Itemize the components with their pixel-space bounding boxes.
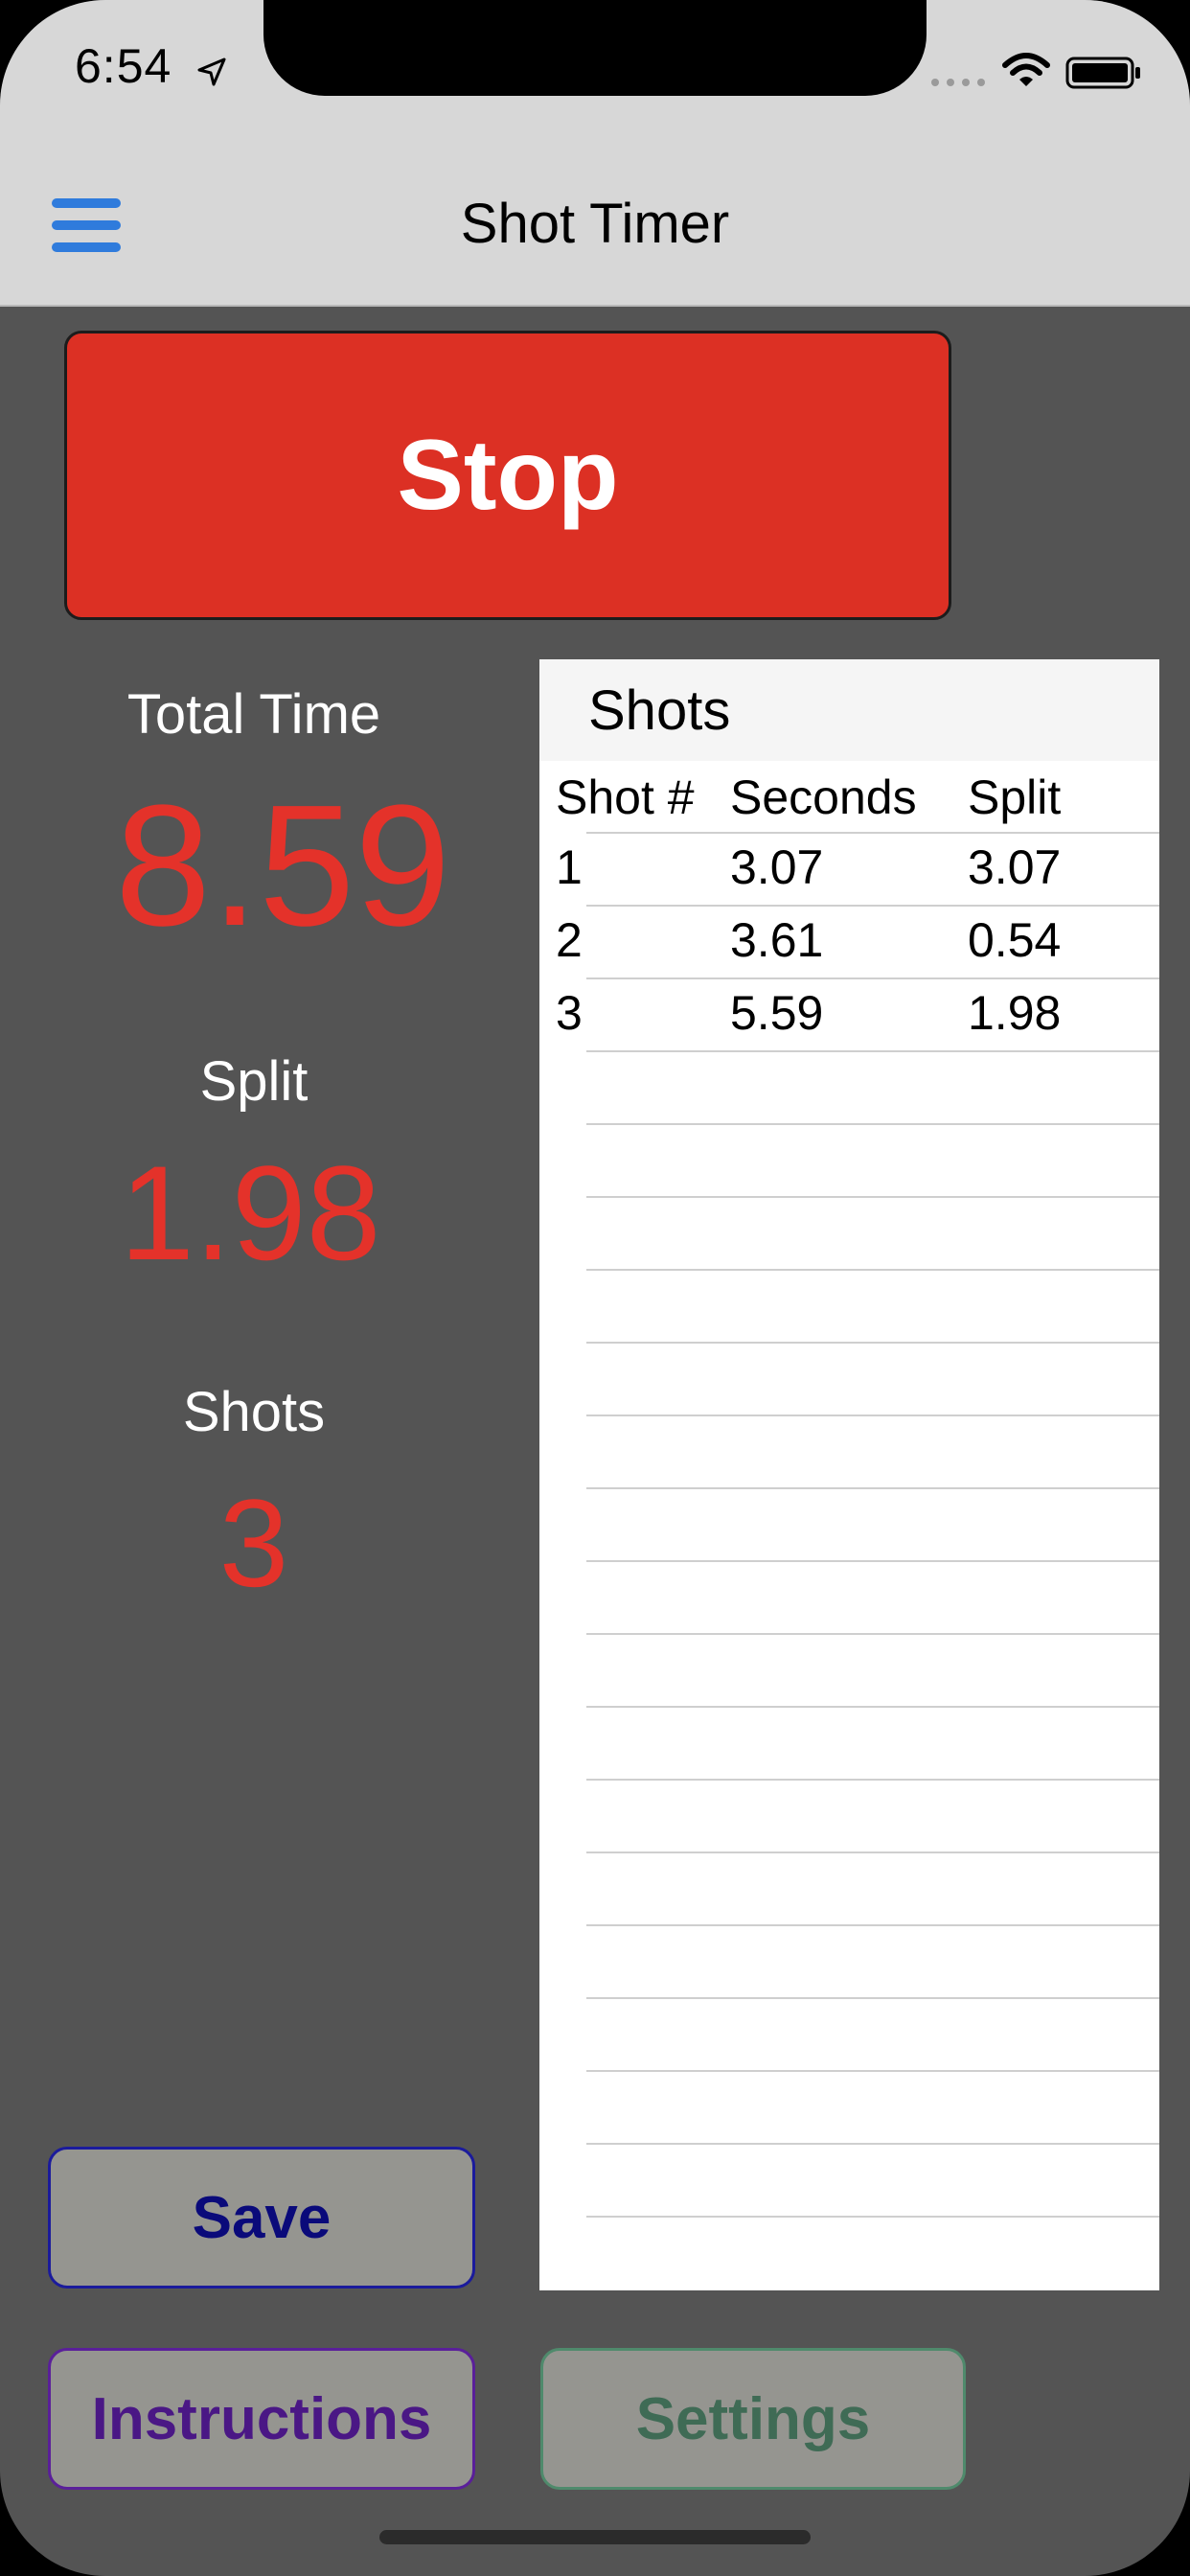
- row-separator: [586, 2070, 1159, 2072]
- shots-count-label: Shots: [182, 1381, 326, 1443]
- location-arrow-icon: [197, 58, 226, 86]
- shots-table-header: Shots: [539, 659, 1159, 761]
- row-separator: [586, 1269, 1159, 1271]
- instructions-button[interactable]: Instructions: [48, 2348, 475, 2490]
- cell-seconds: 3.61: [730, 913, 824, 967]
- cell-seconds: 3.07: [730, 840, 824, 894]
- cell-seconds: 5.59: [730, 986, 824, 1040]
- column-header-seconds: Seconds: [730, 770, 917, 824]
- settings-button[interactable]: Settings: [540, 2348, 966, 2490]
- row-separator: [586, 1342, 1159, 1344]
- cellular-signal-icon: [931, 79, 985, 86]
- cell-shot-number: 3: [556, 986, 583, 1040]
- row-separator: [586, 1050, 1159, 1052]
- table-row[interactable]: 1 3.07 3.07: [539, 832, 1159, 905]
- shots-count-value: 3: [218, 1473, 289, 1613]
- row-separator: [586, 1779, 1159, 1781]
- battery-icon: [1065, 57, 1140, 89]
- row-separator: [586, 1560, 1159, 1562]
- total-time-label: Total Time: [126, 683, 381, 746]
- shots-table-title: Shots: [588, 679, 731, 742]
- cell-split: 1.98: [968, 986, 1062, 1040]
- table-row[interactable]: 2 3.61 0.54: [539, 905, 1159, 978]
- home-indicator[interactable]: [379, 2530, 811, 2544]
- table-row[interactable]: 3 5.59 1.98: [539, 978, 1159, 1050]
- row-separator: [586, 1414, 1159, 1416]
- row-separator: [586, 2143, 1159, 2145]
- row-separator: [586, 1997, 1159, 1999]
- row-separator: [586, 1706, 1159, 1708]
- cell-split: 3.07: [968, 840, 1062, 894]
- row-separator: [586, 1852, 1159, 1853]
- column-header-shot-number: Shot #: [556, 770, 695, 824]
- row-separator: [586, 2216, 1159, 2218]
- save-button[interactable]: Save: [48, 2147, 475, 2288]
- row-separator: [586, 832, 1159, 834]
- row-separator: [586, 1196, 1159, 1198]
- row-separator: [586, 905, 1159, 907]
- app-screen: 6:54 Shot Timer Stop Total Time 8.59 Spl…: [0, 0, 1190, 2576]
- wifi-icon: [1002, 53, 1050, 86]
- row-separator: [586, 1924, 1159, 1926]
- stop-button[interactable]: Stop: [64, 331, 951, 620]
- row-separator: [586, 1123, 1159, 1125]
- status-time: 6:54: [75, 39, 172, 93]
- cell-split: 0.54: [968, 913, 1062, 967]
- row-separator: [586, 1487, 1159, 1489]
- shots-table[interactable]: Shots Shot # Seconds Split 1 3.07 3.07 2…: [539, 659, 1159, 2290]
- column-header-split: Split: [968, 770, 1062, 824]
- total-time-value: 8.59: [115, 770, 451, 962]
- split-label: Split: [199, 1050, 309, 1113]
- row-separator: [586, 1633, 1159, 1635]
- row-separator: [586, 978, 1159, 979]
- split-value: 1.98: [120, 1138, 381, 1288]
- cell-shot-number: 1: [556, 840, 583, 894]
- top-bar: 6:54 Shot Timer: [0, 0, 1190, 307]
- device-notch: [263, 0, 927, 96]
- cell-shot-number: 2: [556, 913, 583, 967]
- page-title: Shot Timer: [460, 193, 730, 255]
